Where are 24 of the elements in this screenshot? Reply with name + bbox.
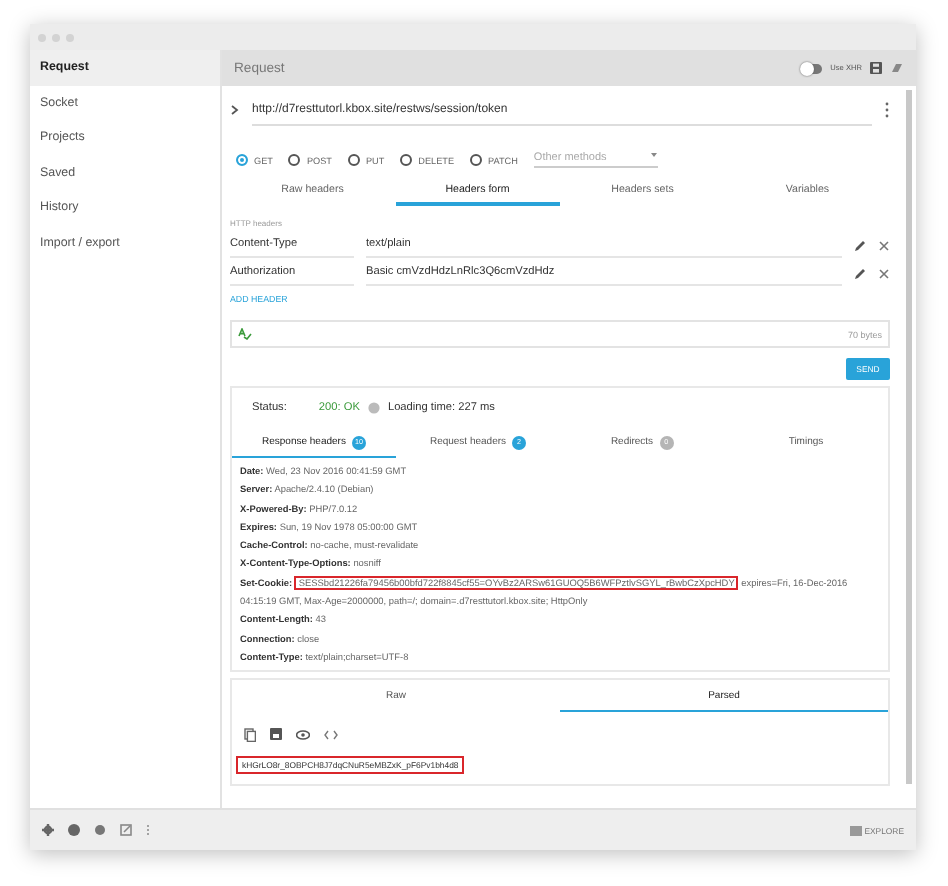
- chevron-right-icon[interactable]: [230, 104, 240, 116]
- copy-icon[interactable]: [244, 727, 256, 742]
- radio-icon[interactable]: [347, 154, 360, 166]
- eye-icon[interactable]: [296, 729, 310, 740]
- explore-icon: [850, 825, 863, 835]
- save-icon[interactable]: [270, 728, 282, 741]
- dropdown-caret-icon: [649, 152, 658, 158]
- spellcheck-icon: [238, 328, 252, 340]
- settings-icon[interactable]: [42, 824, 54, 836]
- more-icon[interactable]: [884, 102, 890, 118]
- radio-icon[interactable]: [288, 154, 301, 166]
- close-icon[interactable]: [878, 240, 890, 252]
- radio-icon[interactable]: [470, 154, 483, 166]
- radio-icon[interactable]: [236, 154, 248, 166]
- code-icon[interactable]: [324, 729, 338, 740]
- scrollbar[interactable]: [906, 90, 912, 784]
- save-icon[interactable]: [870, 62, 882, 74]
- radio-icon[interactable]: [400, 154, 413, 166]
- edit-icon[interactable]: [854, 240, 866, 252]
- external-link-icon[interactable]: [120, 824, 132, 836]
- close-icon[interactable]: [878, 268, 890, 280]
- edit-icon[interactable]: [854, 268, 866, 280]
- clear-icon[interactable]: [890, 62, 904, 74]
- toggle-switch[interactable]: [802, 63, 823, 73]
